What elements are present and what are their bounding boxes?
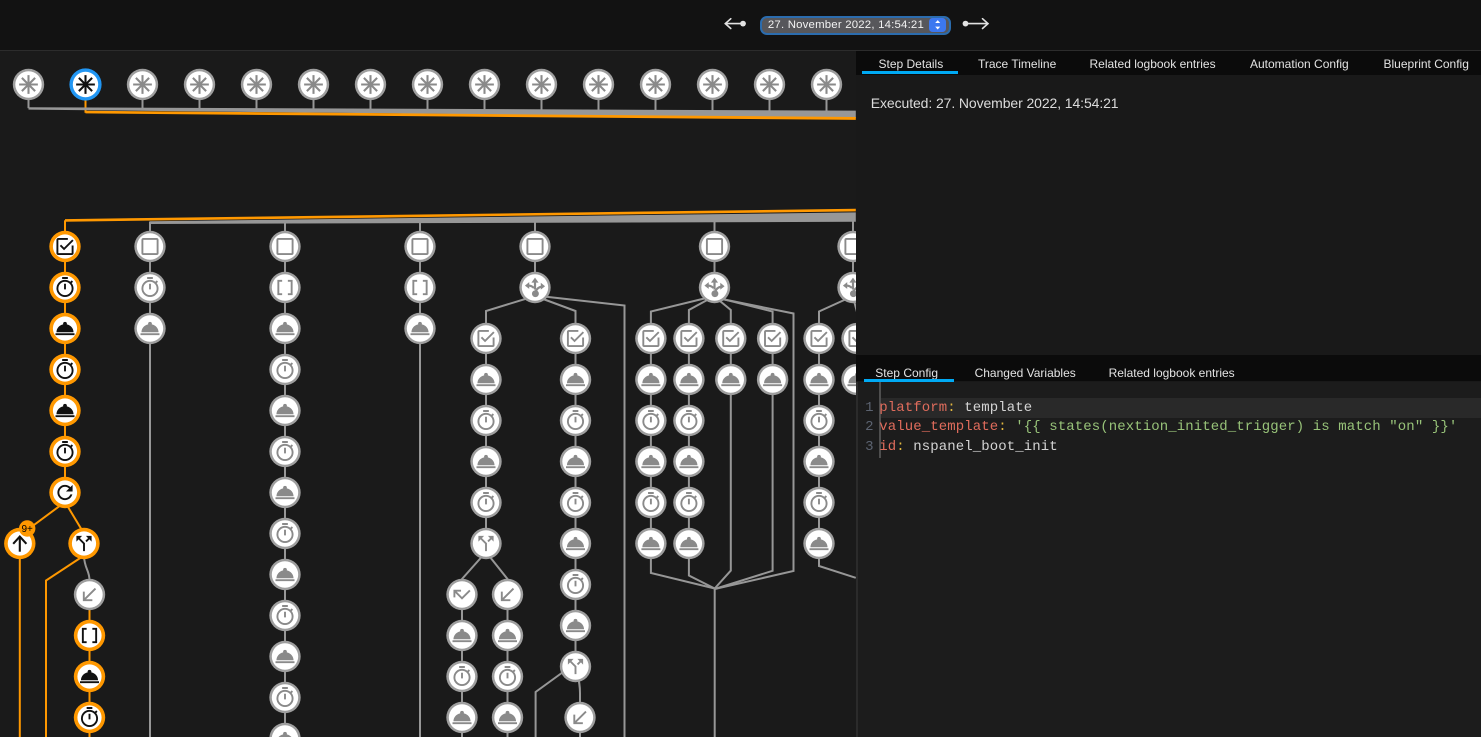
svg-text:9+: 9+ xyxy=(21,524,33,535)
